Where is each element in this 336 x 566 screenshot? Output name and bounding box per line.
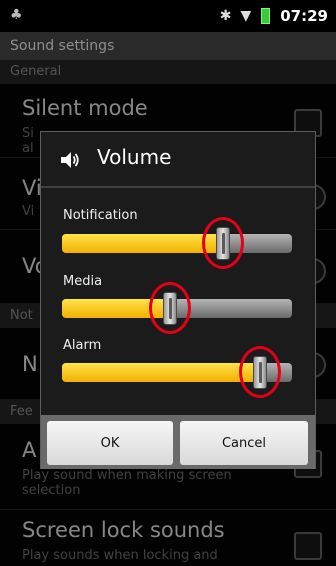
notification-volume-label: Notification [63, 208, 138, 223]
alarm-volume-fill [62, 363, 260, 382]
volume-dialog: Volume Notification Media Alarm OK Cance… [40, 131, 316, 469]
media-volume-label: Media [63, 274, 103, 289]
alarm-volume-label: Alarm [63, 338, 102, 353]
dialog-header: Volume [41, 132, 315, 188]
battery-icon [261, 8, 271, 24]
dialog-title: Volume [97, 145, 172, 169]
notification-volume-fill [62, 234, 223, 253]
wifi-icon: ▼ [240, 8, 252, 24]
usb-icon: ♣ [10, 7, 23, 23]
notification-annotation-ring [202, 217, 244, 269]
dialog-button-bar: OK Cancel [41, 415, 315, 469]
status-clock: 07:29 [280, 7, 328, 25]
alarm-annotation-ring [239, 346, 281, 398]
notification-volume-slider[interactable] [62, 217, 292, 269]
ok-button[interactable]: OK [47, 421, 173, 465]
bluetooth-icon: ✱ [219, 8, 232, 24]
cancel-button[interactable]: Cancel [180, 421, 308, 465]
speaker-icon [61, 152, 79, 168]
media-annotation-ring [149, 282, 191, 334]
alarm-volume-slider[interactable] [62, 346, 292, 398]
page-title: Sound settings [0, 32, 336, 60]
status-bar: ♣ ✱ ▼ 07:29 [0, 0, 336, 32]
media-volume-slider[interactable] [62, 282, 292, 334]
